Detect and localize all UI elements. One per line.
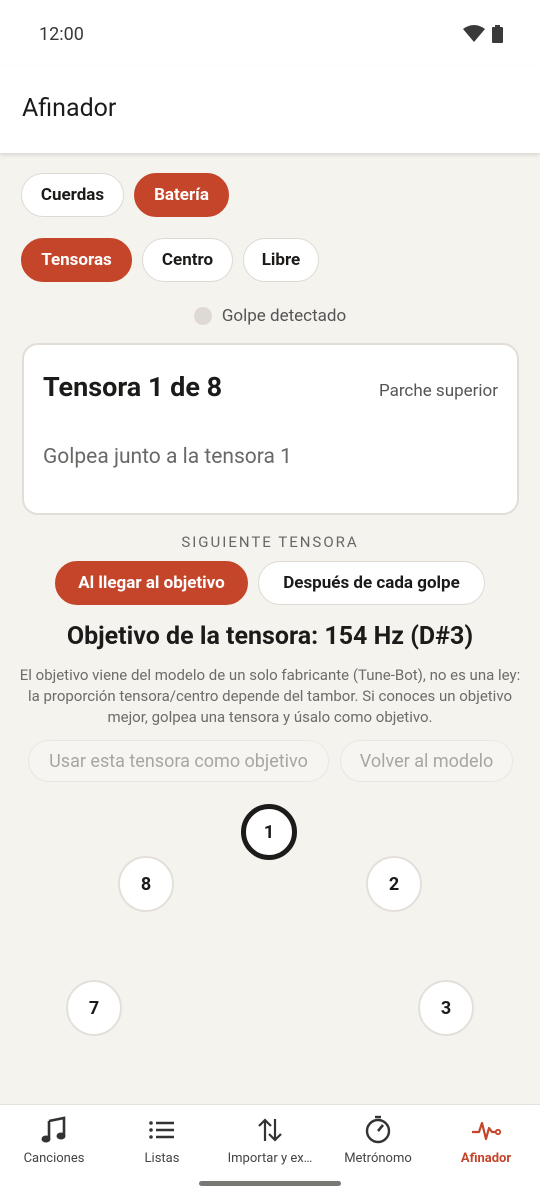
hit-indicator-label: Golpe detectado	[221, 306, 347, 326]
nav-item-lists[interactable]: Listas	[108, 1105, 216, 1185]
use-as-target-button[interactable]: Usar esta tensora como objetivo	[28, 740, 329, 782]
next-lug-label: SIGUIENTE TENSORA	[181, 533, 359, 551]
status-time: 12:00	[39, 24, 84, 45]
lug-card-title: Tensora 1 de 8	[43, 371, 223, 403]
nav-item-import-export[interactable]: Importar y ex…	[216, 1105, 324, 1185]
nav-label-import-export: Importar y ex…	[227, 1151, 313, 1166]
status-bar: 12:00	[0, 0, 540, 66]
back-to-model-button[interactable]: Volver al modelo	[340, 740, 513, 782]
nav-label-lists: Listas	[144, 1151, 180, 1166]
advance-on-target-button[interactable]: Al llegar al objetivo	[55, 561, 248, 605]
mode-tab-center[interactable]: Centro	[142, 238, 233, 282]
advance-each-hit-button[interactable]: Después de cada golpe	[258, 561, 485, 605]
lug-8[interactable]: 8	[118, 856, 174, 912]
tab-drums[interactable]: Batería	[134, 173, 229, 217]
page-title: Afinador	[22, 94, 117, 123]
pulse-icon	[472, 1121, 501, 1141]
nav-item-songs[interactable]: Canciones	[0, 1105, 108, 1185]
target-note: El objetivo viene del modelo de un solo …	[19, 666, 521, 726]
mode-tab-lugs[interactable]: Tensoras	[21, 238, 132, 282]
mode-tab-free[interactable]: Libre	[243, 238, 319, 282]
lug-2[interactable]: 2	[366, 856, 422, 912]
lug-card: Tensora 1 de 8 Parche superior Golpea ju…	[22, 343, 519, 515]
lug-7[interactable]: 7	[66, 980, 122, 1036]
nav-item-tuner[interactable]: Afinador	[432, 1105, 540, 1185]
hit-indicator: Golpe detectado	[0, 304, 540, 328]
lug-target-heading: Objetivo de la tensora: 154 Hz (D#3)	[66, 622, 474, 651]
drum-head-label: Parche superior	[378, 381, 498, 401]
tab-strings[interactable]: Cuerdas	[21, 173, 124, 217]
nav-label-songs: Canciones	[23, 1151, 85, 1166]
import-export-icon	[258, 1118, 282, 1142]
music-note-icon	[41, 1116, 66, 1143]
lug-3[interactable]: 3	[418, 980, 474, 1036]
timer-icon	[365, 1115, 391, 1144]
list-icon	[149, 1121, 174, 1139]
wifi-icon	[463, 25, 485, 42]
battery-icon	[492, 25, 503, 43]
hit-indicator-dot	[193, 307, 212, 325]
nav-label-metronome: Metrónomo	[344, 1151, 412, 1166]
nav-item-metronome[interactable]: Metrónomo	[324, 1105, 432, 1185]
home-indicator	[199, 1181, 341, 1186]
lug-instruction: Golpea junto a la tensora 1	[43, 445, 292, 469]
nav-label-tuner: Afinador	[460, 1151, 512, 1166]
lug-1[interactable]: 1	[241, 804, 297, 860]
app-bar: Afinador	[0, 66, 540, 153]
